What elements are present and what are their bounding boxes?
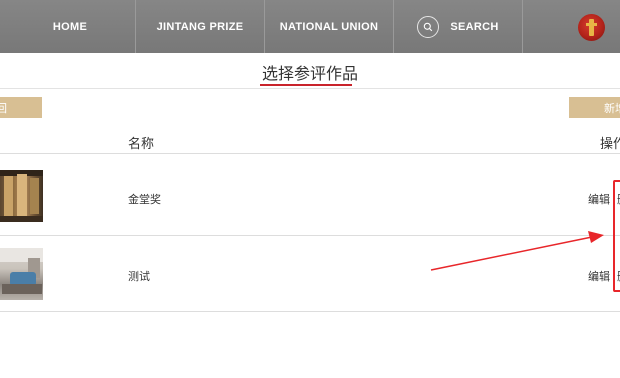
annotation-arrow-icon bbox=[430, 231, 604, 271]
